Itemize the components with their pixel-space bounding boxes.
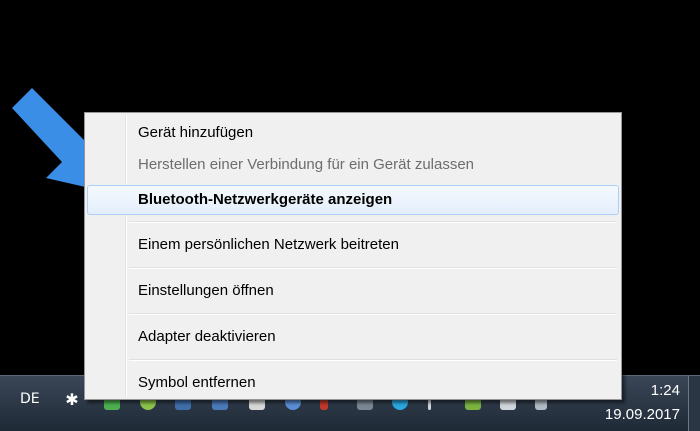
bluetooth-context-menu: Gerät hinzufügen Herstellen einer Verbin… (84, 112, 622, 400)
menu-separator (129, 359, 617, 361)
language-indicator[interactable]: DE (20, 391, 40, 407)
menu-item-remove-icon[interactable]: Symbol entfernen (87, 368, 619, 398)
menu-separator (129, 267, 617, 269)
menu-separator (129, 221, 617, 223)
clock-date: 19.09.2017 (604, 406, 680, 423)
bluetooth-tray-icon[interactable]: ✱ (63, 389, 81, 411)
menu-item-open-settings[interactable]: Einstellungen öffnen (87, 276, 619, 306)
menu-item-add-device[interactable]: Gerät hinzufügen (87, 118, 619, 148)
menu-item-show-bluetooth-devices[interactable]: Bluetooth-Netzwerkgeräte anzeigen (87, 185, 619, 215)
menu-separator (129, 313, 617, 315)
menu-item-disable-adapter[interactable]: Adapter deaktivieren (87, 322, 619, 352)
menu-item-join-personal-network[interactable]: Einem persönlichen Netzwerk beitreten (87, 230, 619, 260)
menu-item-allow-device-connection: Herstellen einer Verbindung für ein Gerä… (138, 156, 475, 173)
show-desktop-button[interactable] (688, 376, 700, 431)
